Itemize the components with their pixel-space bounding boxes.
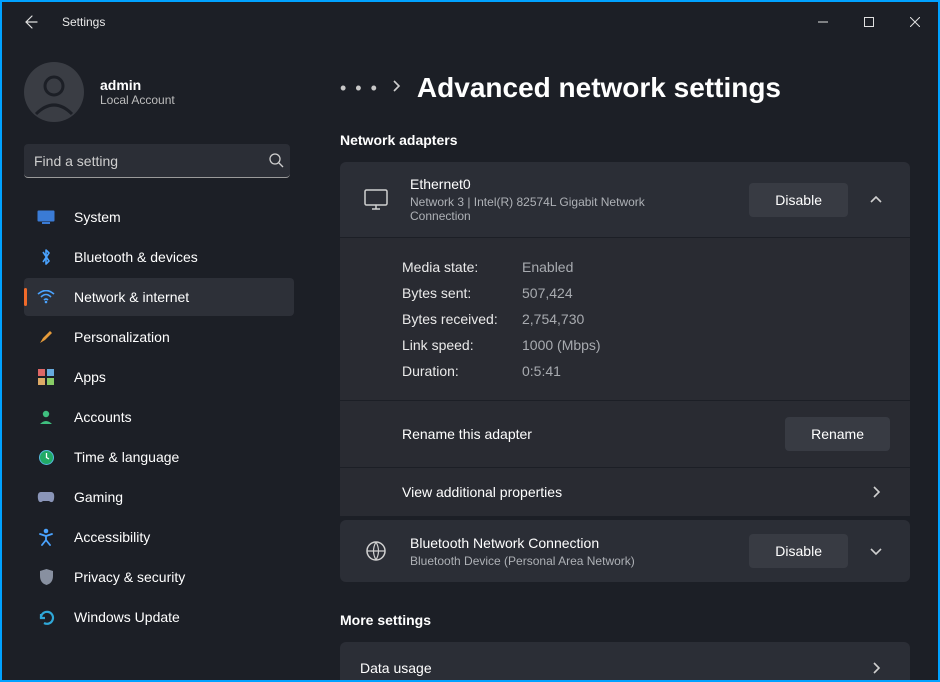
nav-privacy[interactable]: Privacy & security [24,558,294,596]
page-title: Advanced network settings [417,72,781,104]
nav-label: Windows Update [74,609,180,625]
minimize-button[interactable] [800,2,846,42]
shield-icon [36,567,56,587]
detail-value: 507,424 [522,285,573,301]
adapter-name: Ethernet0 [410,176,749,192]
nav-gaming[interactable]: Gaming [24,478,294,516]
detail-value: 2,754,730 [522,311,584,327]
nav-accounts[interactable]: Accounts [24,398,294,436]
chevron-right-icon [391,79,401,98]
globe-icon [360,540,392,562]
detail-key: Bytes received: [402,311,522,327]
adapter-ethernet-card: Ethernet0 Network 3 | Intel(R) 82574L Gi… [340,162,910,516]
section-adapters-title: Network adapters [340,132,910,148]
gaming-icon [36,487,56,507]
more-settings-section: More settings Data usage [340,612,910,680]
rename-label: Rename this adapter [402,426,785,442]
search-input[interactable] [24,144,290,178]
nav-time[interactable]: Time & language [24,438,294,476]
minimize-icon [818,17,828,27]
detail-value: 1000 (Mbps) [522,337,601,353]
detail-key: Link speed: [402,337,522,353]
breadcrumb-row: • • • Advanced network settings [340,72,910,104]
person-icon [30,68,78,116]
detail-value: 0:5:41 [522,363,561,379]
close-button[interactable] [892,2,938,42]
detail-key: Bytes sent: [402,285,522,301]
nav-accessibility[interactable]: Accessibility [24,518,294,556]
app-title: Settings [62,15,105,29]
main-content: • • • Advanced network settings Network … [312,42,938,680]
adapter-subtitle: Network 3 | Intel(R) 82574L Gigabit Netw… [410,195,690,223]
maximize-icon [864,17,874,27]
adapter-bluetooth-card: Bluetooth Network Connection Bluetooth D… [340,520,910,582]
rename-button[interactable]: Rename [785,417,890,451]
nav-update[interactable]: Windows Update [24,598,294,636]
adapter-details: Media state:Enabled Bytes sent:507,424 B… [340,237,910,400]
chevron-right-icon [862,661,890,675]
nav-label: System [74,209,121,225]
adapter-ethernet-header[interactable]: Ethernet0 Network 3 | Intel(R) 82574L Gi… [340,162,910,237]
back-button[interactable] [14,6,46,38]
system-icon [36,207,56,227]
nav-label: Personalization [74,329,170,345]
nav-label: Gaming [74,489,123,505]
detail-key: Media state: [402,259,522,275]
data-usage-card: Data usage [340,642,910,680]
user-name: admin [100,77,175,93]
data-usage-label: Data usage [360,660,862,676]
nav-bluetooth[interactable]: Bluetooth & devices [24,238,294,276]
avatar [24,62,84,122]
titlebar: Settings [2,2,938,42]
clock-icon [36,447,56,467]
nav-personalization[interactable]: Personalization [24,318,294,356]
chevron-down-icon [862,546,890,556]
detail-key: Duration: [402,363,522,379]
sidebar: admin Local Account System Bluetooth & d… [2,42,312,680]
paintbrush-icon [36,327,56,347]
bluetooth-icon [36,247,56,267]
nav-apps[interactable]: Apps [24,358,294,396]
view-properties-label: View additional properties [402,484,862,500]
monitor-icon [360,189,392,211]
accounts-icon [36,407,56,427]
nav-label: Time & language [74,449,179,465]
nav-label: Bluetooth & devices [74,249,198,265]
section-more-title: More settings [340,612,910,628]
adapter-subtitle: Bluetooth Device (Personal Area Network) [410,554,690,568]
settings-window: Settings ad [2,2,938,680]
disable-bluetooth-button[interactable]: Disable [749,534,848,568]
adapter-name: Bluetooth Network Connection [410,535,749,551]
window-controls [800,2,938,42]
chevron-up-icon [862,195,890,205]
chevron-right-icon [862,485,890,499]
user-info[interactable]: admin Local Account [24,62,302,122]
data-usage-row[interactable]: Data usage [340,642,910,680]
nav-label: Network & internet [74,289,189,305]
search-wrap [24,144,302,178]
nav-list: System Bluetooth & devices Network & int… [24,198,294,636]
apps-icon [36,367,56,387]
rename-row: Rename this adapter Rename [340,400,910,467]
detail-value: Enabled [522,259,573,275]
disable-ethernet-button[interactable]: Disable [749,183,848,217]
close-icon [910,17,920,27]
nav-label: Privacy & security [74,569,185,585]
nav-label: Accessibility [74,529,150,545]
update-icon [36,607,56,627]
user-account-type: Local Account [100,93,175,107]
view-properties-row[interactable]: View additional properties [340,467,910,516]
nav-label: Accounts [74,409,132,425]
breadcrumb-more[interactable]: • • • [340,78,379,99]
nav-label: Apps [74,369,106,385]
back-arrow-icon [22,14,38,30]
nav-network[interactable]: Network & internet [24,278,294,316]
adapter-bluetooth-header[interactable]: Bluetooth Network Connection Bluetooth D… [340,520,910,582]
nav-system[interactable]: System [24,198,294,236]
maximize-button[interactable] [846,2,892,42]
wifi-icon [36,287,56,307]
search-icon [268,152,284,173]
accessibility-icon [36,527,56,547]
